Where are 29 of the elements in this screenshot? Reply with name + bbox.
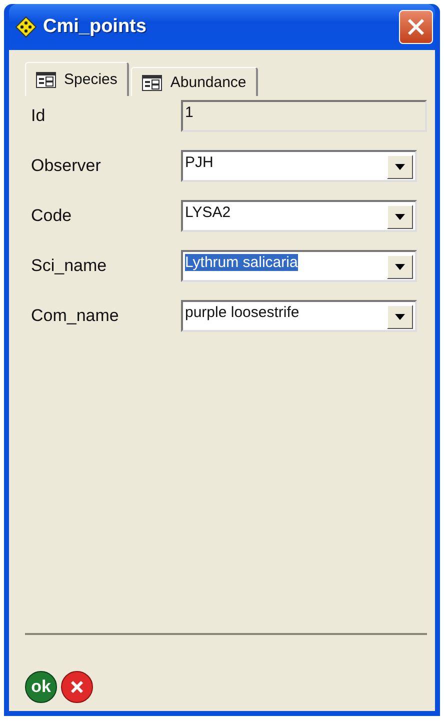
dropdown-field[interactable]: LYSA2 [181,200,417,232]
caret-icon [395,164,405,170]
diamond-icon [15,16,37,38]
field-label: Sci_name [31,256,108,276]
dropdown-field[interactable]: PJH [181,150,417,182]
ok-button[interactable]: ok [25,671,57,703]
tab[interactable]: Species [25,62,130,96]
window-title: Cmi_points [43,16,148,38]
field-label: Code [31,206,73,226]
field-label: Com_name [31,306,120,326]
caret-icon [395,314,405,320]
dropdown-field[interactable]: Lythrum salicaria [181,250,417,282]
caret-icon [395,264,405,270]
tab[interactable]: Abundance [131,67,258,96]
close-icon [406,17,426,37]
caret-icon [395,214,405,220]
dropdown-button[interactable] [387,255,413,279]
dropdown-button[interactable] [387,155,413,179]
close-button[interactable] [399,10,433,44]
form-icon [142,74,162,90]
field-label: Id [31,106,46,126]
field-label: Observer [31,156,102,176]
cancel-button[interactable] [61,671,93,703]
close-icon [69,679,85,695]
dropdown-button[interactable] [387,205,413,229]
form-icon [36,72,56,88]
dropdown-field[interactable]: purple loosestrife [181,300,417,332]
dropdown-button[interactable] [387,305,413,329]
input-field[interactable]: 1 [181,100,427,132]
